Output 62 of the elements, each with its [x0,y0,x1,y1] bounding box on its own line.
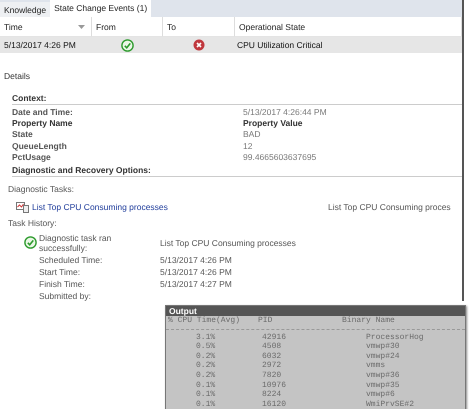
field-value: 5/13/2017 4:26:44 PM [243,107,328,118]
output-cell-text: 0.1% [195,390,216,400]
output-cell-text: 0.1% [195,400,216,409]
tab[interactable]: Knowledge [0,2,50,17]
output-cell-text: 0.2% [195,352,216,362]
section-heading: Context: [12,93,46,103]
table-cell-text: List Top CPU Consuming proces [328,202,452,212]
field-label: Submitted by: [39,291,92,302]
property-value: 12 [243,140,254,152]
output-cell-text: 42916 [261,332,288,342]
output-cell-text: vmms [365,361,386,371]
output-cell-text: vmwp#30 [365,342,401,352]
tab[interactable]: State Change Events (1) [50,0,152,17]
output-cell-text: 2972 [261,361,282,371]
error-icon [193,39,205,51]
column-header: Property Name [12,118,74,130]
output-cell-text: 0.1% [195,380,216,390]
field-label: Start Time: [39,267,82,278]
column-header: % CPU Time(Avg) [168,316,242,326]
output-cell-text: WmiPrvSE#2 [365,400,416,409]
field-label: Scheduled Time: [39,255,104,266]
section-title: Details [4,71,30,81]
panel-title: Output [166,306,465,316]
field-label: Task History: [8,218,57,228]
column-header: Binary Name [342,316,396,326]
check-icon [121,38,134,52]
task-link[interactable]: List Top CPU Consuming processes [32,202,328,212]
property-value: 99.4665603637695 [243,152,318,164]
output-cell-text: 10976 [261,380,288,390]
table-cell: 5/13/2017 4:26 PM [4,40,76,50]
field-label: Diagnostic Tasks: [8,184,74,194]
field-value: 5/13/2017 4:26 PM [160,255,233,266]
task-icon [16,202,29,213]
field-label: Date and Time: [12,107,74,118]
history-message: Diagnostic task ran successfully: [39,233,112,254]
column-header: PID [258,316,274,326]
output-cell-text: 4508 [261,342,282,352]
output-cell-text: 7820 [261,370,282,381]
output-cell-text: 8224 [261,390,282,400]
output-cell-text: 0.5% [195,342,216,352]
property-name: State [12,129,34,141]
output-cell-text: 0.2% [195,361,216,371]
check-icon [24,236,37,249]
table-cell: CPU Utilization Critical [237,40,322,50]
output-cell-text: 6032 [261,352,282,362]
field-value: 5/13/2017 4:26 PM [160,267,233,278]
output-cell-text: vmwp#24 [365,352,401,362]
column-header: Property Value [243,118,304,130]
field-value: 5/13/2017 4:27 PM [160,279,233,290]
output-cell-text: vmwp#36 [365,370,401,381]
field-value: List Top CPU Consuming processes [160,238,297,248]
property-value: BAD [243,129,262,141]
property-name: PctUsage [12,152,52,164]
output-cell-text: ProcessorHog [365,332,425,342]
property-name: QueueLength [12,140,68,152]
output-cell-text: vmwp#6 [365,390,396,400]
output-cell-text: 0.2% [195,370,216,381]
output-cell-text: 16120 [261,400,288,409]
section-heading: Diagnostic and Recovery Options: [12,165,151,176]
output-cell-text: 3.1% [195,332,216,342]
output-cell-text: vmwp#35 [365,380,401,390]
field-label: Finish Time: [39,279,86,290]
